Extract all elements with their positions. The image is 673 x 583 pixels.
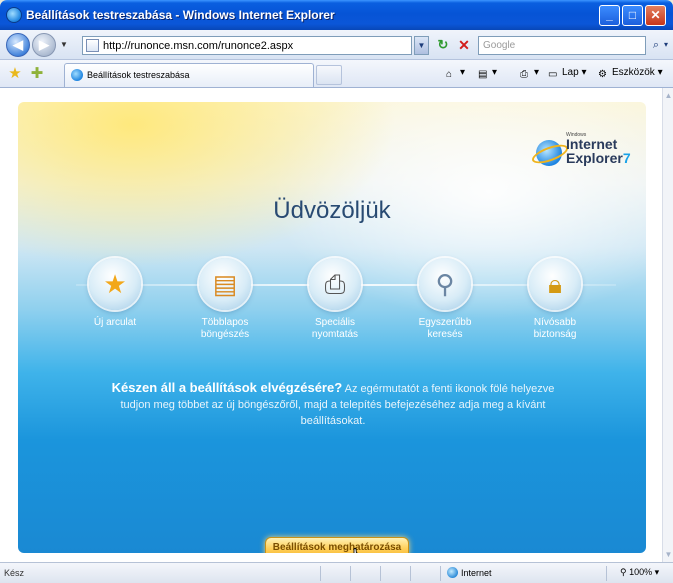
feature-label-line2: biztonság	[533, 329, 577, 340]
zoom-control[interactable]: ⚲ 100% ▾	[620, 567, 659, 578]
magnifier-icon: ⚲	[435, 269, 455, 299]
tools-gear-icon: ⚙	[598, 69, 607, 80]
scroll-down-icon[interactable]: ▼	[663, 549, 673, 560]
feature-new-look[interactable]: ★ Új arculat	[60, 258, 170, 329]
status-divider	[440, 566, 441, 581]
page-menu[interactable]: ▭ Lap ▾	[548, 67, 587, 81]
tabs-icon: ▤	[212, 269, 238, 299]
address-field[interactable]: http://runonce.msn.com/runonce2.aspx	[82, 36, 412, 55]
setup-settings-button[interactable]: Beállítások meghatározása	[265, 537, 409, 553]
status-divider	[380, 566, 381, 581]
ready-message: Készen áll a beállítások elvégzésére? Az…	[108, 380, 558, 429]
address-text: http://runonce.msn.com/runonce2.aspx	[103, 40, 294, 52]
back-button[interactable]: ◀	[6, 33, 30, 57]
globe-icon	[447, 567, 458, 578]
feature-circle: ⎙	[309, 258, 361, 310]
status-divider	[410, 566, 411, 581]
maximize-button[interactable]: □	[622, 5, 643, 26]
new-tab-button[interactable]	[316, 65, 342, 85]
feature-label-line2: keresés	[427, 329, 463, 340]
refresh-icon[interactable]: ↻	[434, 36, 452, 54]
feature-label-line2: nyomtatás	[311, 329, 359, 340]
feature-label: Speciális nyomtatás	[280, 317, 390, 341]
star-icon: ★	[103, 269, 127, 299]
feature-label-line1: Új arculat	[93, 317, 137, 328]
feature-circle: 🔒︎	[529, 258, 581, 310]
favorites-star-icon[interactable]: ★	[6, 65, 24, 83]
scroll-up-icon[interactable]: ▲	[663, 90, 673, 101]
status-divider	[320, 566, 321, 581]
status-text: Kész	[4, 568, 25, 578]
feature-advanced-printing[interactable]: ⎙ Speciális nyomtatás	[280, 258, 390, 341]
status-divider	[606, 566, 607, 581]
page-content: Windows Internet Explorer7 Üdvözöljük ★ …	[0, 88, 662, 562]
search-icon[interactable]: ⌕	[648, 36, 664, 55]
print-button[interactable]: ⎙ ▾	[520, 67, 539, 81]
welcome-heading: Üdvözöljük	[273, 197, 391, 224]
address-dropdown-icon[interactable]: ▼	[414, 36, 429, 55]
padlock-icon: 🔒︎	[548, 269, 562, 299]
security-zone[interactable]: Internet	[447, 567, 492, 578]
search-placeholder: Google	[483, 40, 516, 51]
history-dropdown-icon[interactable]: ▼	[60, 40, 68, 49]
feature-better-security[interactable]: 🔒︎ Nívósabb biztonság	[500, 258, 610, 341]
feature-label-line1: Többlapos	[201, 317, 249, 328]
feature-label: Nívósabb biztonság	[500, 317, 610, 341]
feature-label-line1: Nívósabb	[533, 317, 577, 328]
feature-circle: ★	[89, 258, 141, 310]
tab-label: Beállítások testreszabása	[87, 70, 190, 80]
close-button[interactable]: ✕	[645, 5, 666, 26]
home-button[interactable]: ⌂ ▾	[446, 67, 465, 81]
zoom-icon: ⚲	[620, 567, 627, 577]
minimize-button[interactable]: _	[599, 5, 620, 26]
tab-ie-icon	[71, 69, 83, 81]
feature-label: Többlapos böngészés	[170, 317, 280, 341]
printer-icon: ⎙	[324, 269, 346, 299]
search-dropdown-icon[interactable]: ▾	[664, 36, 673, 55]
logo-name: Internet Explorer7	[566, 137, 631, 165]
add-favorites-icon[interactable]: ✚	[28, 65, 46, 83]
tools-menu[interactable]: ⚙ Eszközök ▾	[598, 67, 663, 81]
feeds-icon: ▤	[478, 69, 488, 80]
address-toolbar: ◀ ▶ ▼ http://runonce.msn.com/runonce2.as…	[0, 30, 673, 60]
home-icon: ⌂	[446, 69, 453, 80]
feature-label: Egyszerűbb keresés	[390, 317, 500, 341]
feature-easier-search[interactable]: ⚲ Egyszerűbb keresés	[390, 258, 500, 341]
tab-toolbar: ★ ✚ Beállítások testreszabása ⌂ ▾ ▤ ▾ ⎙ ▾ ▭…	[0, 60, 673, 88]
feature-label-line1: Speciális	[314, 317, 356, 328]
stop-icon[interactable]: ✕	[455, 36, 473, 54]
welcome-panel: Windows Internet Explorer7 Üdvözöljük ★ …	[18, 102, 646, 553]
feature-circle: ▤	[199, 258, 251, 310]
ie7-e-icon	[536, 140, 562, 166]
tab-active[interactable]: Beállítások testreszabása	[64, 63, 314, 87]
feature-circle: ⚲	[419, 258, 471, 310]
page-menu-label: Lap	[562, 67, 579, 78]
browser-window: Beállítások testreszabása - Windows Inte…	[0, 0, 673, 583]
feature-label-line1: Egyszerűbb	[418, 317, 472, 328]
ie7-logo: Windows Internet Explorer7	[536, 132, 646, 176]
search-input[interactable]: Google	[478, 36, 646, 55]
title-bar[interactable]: Beállítások testreszabása - Windows Inte…	[0, 0, 673, 30]
feature-label: Új arculat	[60, 317, 170, 329]
tools-menu-label: Eszközök	[612, 67, 655, 78]
page-menu-icon: ▭	[548, 69, 558, 80]
status-divider	[350, 566, 351, 581]
printer-small-icon: ⎙	[520, 69, 528, 80]
zoom-label: 100%	[629, 567, 653, 577]
status-bar: Kész Internet ⚲ 100% ▾	[0, 562, 673, 583]
feature-tabbed-browsing[interactable]: ▤ Többlapos böngészés	[170, 258, 280, 341]
forward-button[interactable]: ▶	[32, 33, 56, 57]
logo-line2: Explorer	[566, 150, 623, 166]
ie-logo-icon	[6, 7, 22, 23]
logo-version: 7	[622, 150, 631, 166]
feeds-button[interactable]: ▤ ▾	[478, 67, 497, 81]
zone-label: Internet	[461, 568, 492, 578]
window-title: Beállítások testreszabása - Windows Inte…	[26, 8, 335, 22]
vertical-scrollbar[interactable]: ▲ ▼	[662, 88, 673, 562]
hand-cursor-icon	[353, 548, 359, 553]
page-icon	[86, 39, 99, 52]
feature-label-line2: böngészés	[200, 329, 250, 340]
ready-question: Készen áll a beállítások elvégzésére?	[111, 380, 343, 395]
